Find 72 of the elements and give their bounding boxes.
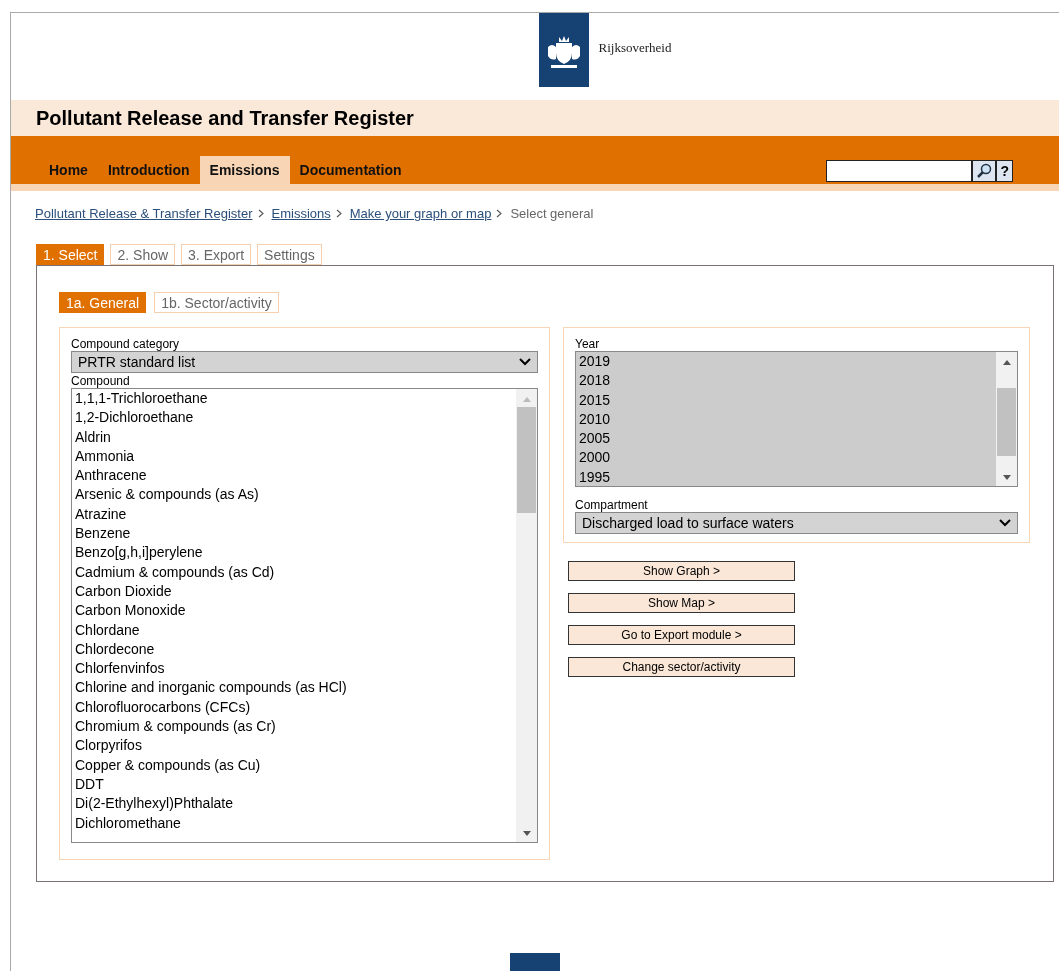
list-option[interactable]: Dichloromethane [72, 813, 516, 833]
list-option[interactable]: 2018 [576, 371, 996, 391]
scroll-down-icon[interactable] [1001, 475, 1012, 482]
scrollbar[interactable] [516, 389, 537, 842]
action-button[interactable]: Go to Export module > [568, 625, 795, 645]
chevron-right-icon [496, 209, 503, 218]
scroll-up-icon[interactable] [1001, 359, 1012, 365]
list-option[interactable]: 2000 [576, 448, 996, 468]
list-option[interactable]: Chlordecone [72, 639, 516, 660]
list-option[interactable]: Chlorofluorocarbons (CFCs) [72, 697, 516, 718]
list-option[interactable]: Aldrin [72, 427, 516, 447]
site-title: Pollutant Release and Transfer Register [36, 106, 414, 130]
list-option[interactable]: Atrazine [72, 504, 516, 525]
list-option[interactable]: 2005 [576, 429, 996, 449]
logo-text: Rijksoverheid [598, 40, 672, 56]
chevron-right-icon [257, 209, 264, 218]
list-option[interactable]: 1,1,1-Trichloroethane [72, 389, 516, 409]
help-button[interactable]: ? [996, 160, 1013, 182]
breadcrumb-link[interactable]: Make your graph or map [349, 206, 492, 221]
footer-logo-block [510, 953, 560, 971]
crest-logo-icon [538, 13, 589, 87]
list-option[interactable]: 2015 [576, 390, 996, 410]
compound-listbox[interactable] [71, 388, 538, 843]
field-label: Compound category [71, 337, 181, 351]
list-option[interactable]: Chlordane [72, 620, 516, 640]
list-option[interactable]: Clorpyrifos [72, 736, 516, 756]
list-option[interactable]: Benzene [72, 524, 516, 544]
action-button[interactable]: Show Graph > [568, 561, 795, 581]
nav-tab[interactable]: Home [39, 156, 98, 184]
search-icon[interactable] [972, 160, 997, 182]
nav-tab[interactable]: Documentation [289, 156, 412, 184]
year-listbox[interactable]: 2019 2018 2015 2010 2005 2000 1995 [575, 351, 1018, 488]
step-tab[interactable]: Settings [257, 244, 322, 265]
scrollbar[interactable] [996, 352, 1017, 487]
list-option[interactable]: Chlorine and inorganic compounds (as HCl) [72, 678, 516, 698]
breadcrumb-link[interactable]: Emissions [271, 206, 331, 221]
list-option[interactable]: Cadmium & compounds (as Cd) [72, 562, 516, 582]
action-button[interactable]: Show Map > [568, 593, 795, 613]
field-label: Compound [71, 374, 131, 388]
list-option[interactable]: Anthracene [72, 466, 516, 486]
compartment-dropdown[interactable]: Discharged load to surface waters [575, 512, 1018, 534]
breadcrumb-link[interactable]: Pollutant Release & Transfer Register [35, 206, 253, 221]
list-option[interactable]: Benzo[g,h,i]perylene [72, 543, 516, 563]
step-tab[interactable]: 3. Export [181, 244, 252, 265]
scroll-thumb[interactable] [997, 388, 1016, 456]
list-option[interactable]: Chromium & compounds (as Cr) [72, 717, 516, 737]
breadcrumb-current: Select general [510, 206, 594, 221]
chevron-down-icon [999, 519, 1011, 528]
scroll-down-icon[interactable] [521, 831, 532, 837]
action-button[interactable]: Change sector/activity [568, 657, 795, 677]
list-option[interactable]: Di(2-Ethylhexyl)Phthalate [72, 794, 516, 814]
field-label: Year [575, 337, 601, 351]
chevron-down-icon [519, 358, 531, 366]
list-option[interactable]: Copper & compounds (as Cu) [72, 755, 516, 775]
subtab[interactable]: 1b. Sector/activity [154, 292, 279, 313]
list-option[interactable]: DDT [72, 774, 516, 795]
list-option[interactable]: Arsenic & compounds (as As) [72, 485, 516, 505]
list-option[interactable]: 1,2-Dichloroethane [72, 408, 516, 428]
list-option[interactable]: Chlorfenvinfos [72, 659, 516, 679]
list-option[interactable]: Carbon Dioxide [72, 581, 516, 602]
nav-tab[interactable]: Introduction [97, 156, 200, 184]
list-option[interactable]: 2010 [576, 409, 996, 430]
list-option[interactable]: 2019 [576, 352, 996, 372]
nav-tab[interactable]: Emissions [199, 156, 290, 184]
list-option[interactable]: Carbon Monoxide [72, 601, 516, 621]
scroll-thumb[interactable] [517, 407, 536, 513]
field-label: Compartment [575, 498, 649, 513]
search-field[interactable] [826, 160, 973, 182]
category-dropdown[interactable]: PRTR standard list [71, 351, 538, 373]
list-option[interactable]: Ammonia [72, 446, 516, 467]
step-tab[interactable]: 2. Show [110, 244, 176, 265]
chevron-right-icon [335, 209, 342, 218]
